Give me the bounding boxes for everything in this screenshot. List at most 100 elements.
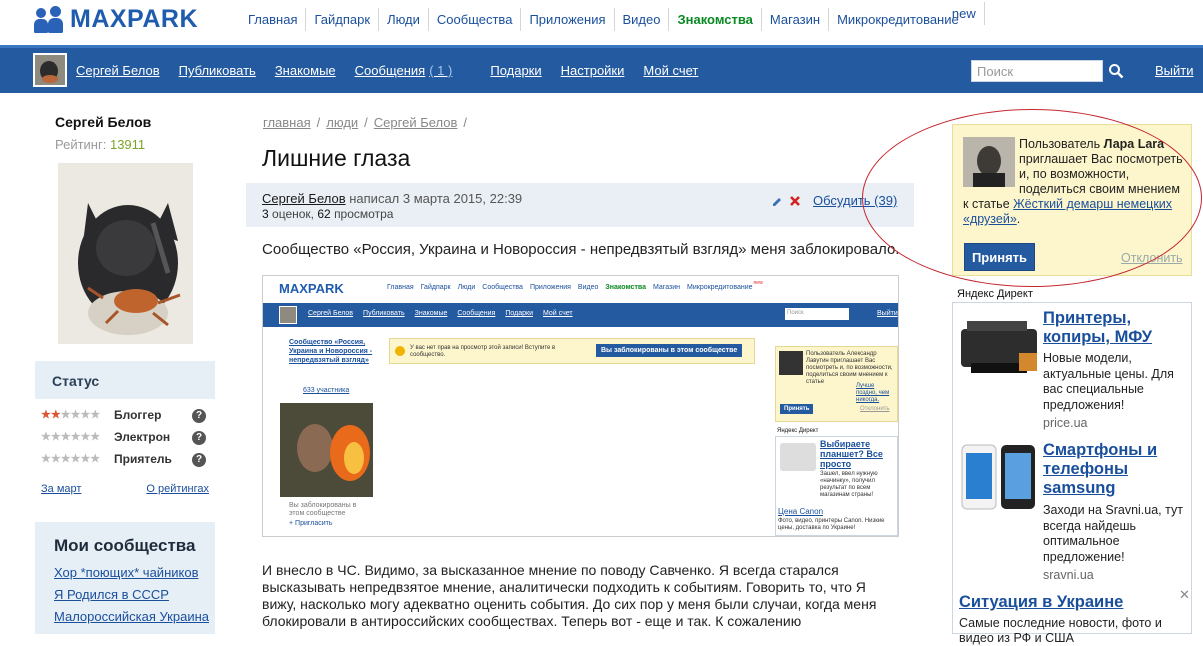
profile-rating: Рейтинг: 13911 xyxy=(55,137,145,152)
search-icon[interactable] xyxy=(1108,63,1124,79)
ad-body: Заходи на Sravni.ua, тут всегда найдешь … xyxy=(1043,503,1183,564)
communities-title: Мои сообщества xyxy=(54,536,196,555)
ad-url[interactable]: sravni.ua xyxy=(1043,568,1094,582)
article-stats: 3 оценок, 62 просмотра xyxy=(262,207,393,221)
invite-text: Пользователь Лара Lara приглашает Вас по… xyxy=(963,137,1185,227)
accept-button[interactable]: Принять xyxy=(964,243,1035,271)
nav-guidepark[interactable]: Гайдпарк xyxy=(306,8,380,31)
delete-icon[interactable] xyxy=(789,195,801,207)
written-date: написал 3 марта 2015, 22:39 xyxy=(349,191,523,206)
community-link[interactable]: Я Родился в СССР xyxy=(54,587,196,602)
warning-icon xyxy=(395,346,405,356)
embedded-avatar xyxy=(279,306,297,324)
article-meta: Сергей Белов написал 3 марта 2015, 22:39… xyxy=(246,183,914,227)
embedded-bar-item: Сергей Белов xyxy=(308,310,354,317)
ad-title[interactable]: Ситуация в Украине xyxy=(959,593,1123,612)
embedded-user-bar: Сергей Белов Публиковать Знакомые Сообщения… xyxy=(263,303,898,327)
nav-microcredit-label: Микрокредитование xyxy=(837,12,959,27)
invite-suffix: . xyxy=(1016,212,1021,226)
embedded-nav-item: Видео xyxy=(577,284,599,291)
user-nav-messages[interactable]: Сообщения( 1 ) xyxy=(355,63,472,78)
embedded-logout: Выйти xyxy=(877,310,898,317)
embedded-accept: Принять xyxy=(780,404,814,414)
user-nav-account[interactable]: Мой счет xyxy=(643,63,698,78)
community-link[interactable]: Хор *поющих* чайников xyxy=(54,565,198,580)
ad-title[interactable]: Принтеры, копиры, МФУ xyxy=(1043,309,1188,347)
views-label: просмотра xyxy=(334,207,394,221)
status-links: За март О рейтингах xyxy=(41,483,209,495)
embedded-yandex: Яндекс Директ xyxy=(777,428,819,434)
nav-people[interactable]: Люди xyxy=(379,8,429,31)
embedded-invite-friend: + Пригласить xyxy=(289,520,333,527)
embedded-user-nav: Сергей Белов Публиковать Знакомые Сообщения… xyxy=(308,310,583,317)
embedded-nav: Главная Гайдпарк Люди Сообщества Приложения В… xyxy=(387,280,770,291)
status-row-friend: ★★★★★★ Приятель ? xyxy=(41,452,211,470)
embedded-nav-item: Гайдпарк xyxy=(420,284,451,291)
nav-dating[interactable]: Знакомства xyxy=(669,8,762,31)
embedded-ad-title: Выбираете планшет? Все просто xyxy=(820,439,883,469)
messages-label: Сообщения xyxy=(354,63,426,78)
maxpark-logo[interactable]: MAXPARK xyxy=(34,5,198,34)
embedded-new-badge: new xyxy=(753,280,763,286)
crumb-sep: / xyxy=(364,115,368,130)
embedded-blocked-button: Вы заблокированы в этом сообществе xyxy=(596,344,743,357)
profile-photo[interactable] xyxy=(58,163,193,344)
crumb-user[interactable]: Сергей Белов xyxy=(374,115,458,130)
nav-communities[interactable]: Сообщества xyxy=(429,8,522,31)
logout-link[interactable]: Выйти xyxy=(1155,63,1194,78)
author-link[interactable]: Сергей Белов xyxy=(262,191,346,206)
help-icon[interactable]: ? xyxy=(192,409,206,423)
status-label: Приятель xyxy=(114,452,172,466)
nav-video[interactable]: Видео xyxy=(615,8,670,31)
embedded-nav-item: Главная xyxy=(387,284,414,291)
logo-text: MAXPARK xyxy=(70,5,199,33)
user-nav-publish[interactable]: Публиковать xyxy=(179,63,256,78)
article-paragraph: Сообщество «Россия, Украина и Новороссия… xyxy=(262,241,900,258)
invite-prefix: Пользователь xyxy=(1019,137,1101,151)
ad-url[interactable]: price.ua xyxy=(1043,416,1087,430)
embedded-logo: MAXPARK xyxy=(279,281,344,296)
user-nav-profile[interactable]: Сергей Белов xyxy=(76,63,160,78)
embedded-members: 633 участника xyxy=(303,387,350,394)
search-input[interactable]: Поиск xyxy=(971,60,1103,82)
crumb-people[interactable]: люди xyxy=(326,115,358,130)
user-nav-gifts[interactable]: Подарки xyxy=(490,63,541,78)
ad-title[interactable]: Смартфоны и телефоны samsung xyxy=(1043,441,1188,498)
user-nav: Сергей Белов Публиковать Знакомые Сообще… xyxy=(76,63,717,78)
status-label: Электрон xyxy=(114,430,171,444)
about-ratings-link[interactable]: О рейтингах xyxy=(146,483,209,495)
close-icon[interactable]: ✕ xyxy=(1179,587,1190,603)
ad-body: Самые последние новости, фото и видео из… xyxy=(959,616,1162,645)
nav-microcredit[interactable]: Микрокредитование new xyxy=(829,2,985,31)
help-icon[interactable]: ? xyxy=(192,453,206,467)
discuss-link[interactable]: Обсудить (39) xyxy=(813,193,897,208)
nav-home[interactable]: Главная xyxy=(240,8,307,31)
for-march-link[interactable]: За март xyxy=(41,483,81,495)
pencil-icon[interactable] xyxy=(771,196,783,208)
ratings-label: оценок, xyxy=(272,207,315,221)
embedded-warning: У вас нет прав на просмотр этой записи! … xyxy=(389,338,755,364)
top-header: MAXPARK Главная Гайдпарк Люди Сообщества… xyxy=(0,0,1203,42)
nav-apps[interactable]: Приложения xyxy=(521,8,615,31)
views-count: 62 xyxy=(317,207,331,221)
main-nav: Главная Гайдпарк Люди Сообщества Приложе… xyxy=(240,2,985,31)
user-avatar[interactable] xyxy=(33,53,67,87)
yandex-direct-label: Яндекс Директ xyxy=(957,288,1033,300)
community-link[interactable]: Малороссийская Украина xyxy=(54,609,209,624)
embedded-nav-item: Приложения xyxy=(529,284,571,291)
help-icon[interactable]: ? xyxy=(192,431,206,445)
article-byline: Сергей Белов написал 3 марта 2015, 22:39 xyxy=(262,191,522,206)
status-row-blogger: ★★★★★★ Блоггер ? xyxy=(41,408,211,426)
stars-rating: ★★★★★★ xyxy=(41,431,101,443)
embedded-nav-item: Микрокредитование xyxy=(687,284,753,291)
my-communities: Мои сообщества Хор *поющих* чайников Я Р… xyxy=(35,522,215,634)
inviter-name[interactable]: Лара Lara xyxy=(1104,137,1165,151)
crumb-home[interactable]: главная xyxy=(263,115,311,130)
nav-shop[interactable]: Магазин xyxy=(762,8,830,31)
phones-image xyxy=(959,441,1039,515)
user-nav-friends[interactable]: Знакомые xyxy=(275,63,336,78)
embedded-ad2-title: Цена Canon xyxy=(778,507,824,516)
decline-link[interactable]: Отклонить xyxy=(1121,251,1183,265)
user-nav-settings[interactable]: Настройки xyxy=(561,63,625,78)
stars-rating: ★★★★★★ xyxy=(41,453,101,465)
